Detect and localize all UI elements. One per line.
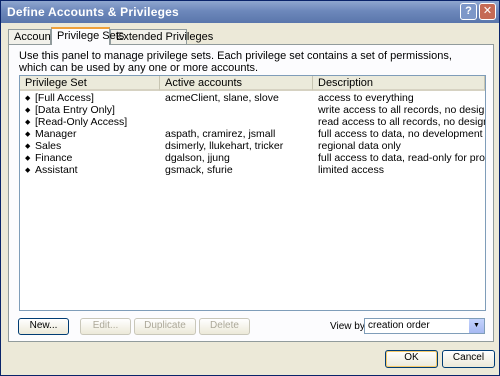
active-accounts: acmeClient, slane, slove — [165, 92, 279, 104]
description: full access to data, no development — [318, 128, 483, 140]
description: limited access — [318, 164, 384, 176]
delete-button[interactable]: Delete — [199, 318, 250, 335]
table-row[interactable]: ◆ [Data Entry Only] write access to all r… — [20, 104, 485, 116]
active-accounts: aspath, cramirez, jsmall — [165, 128, 276, 140]
diamond-icon: ◆ — [25, 119, 31, 126]
privilege-set-name: ◆ [Full Access] — [25, 92, 94, 104]
chevron-down-icon[interactable]: ▼ — [469, 319, 484, 333]
table-row[interactable]: ◆ [Read-Only Access] read access to all r… — [20, 116, 485, 128]
privilege-set-list[interactable]: Privilege Set Active accounts Descriptio… — [19, 75, 486, 311]
privilege-set-name: ◆ [Data Entry Only] — [25, 104, 115, 116]
privilege-set-name: ◆ [Read-Only Access] — [25, 116, 128, 128]
view-by-select[interactable]: creation order ▼ — [364, 318, 485, 334]
table-row[interactable]: ◆ Assistant gsmack, sfurie limited access — [20, 164, 485, 176]
table-row[interactable]: ◆ Sales dsimerly, llukehart, tricker regi… — [20, 140, 485, 152]
instructions-text: Use this panel to manage privilege sets.… — [19, 50, 452, 74]
privilege-sets-panel: Use this panel to manage privilege sets.… — [8, 44, 494, 342]
diamond-icon: ◆ — [25, 155, 31, 162]
view-by-value: creation order — [368, 320, 430, 331]
description: read access to all records, no design ac… — [318, 116, 485, 128]
table-row[interactable]: ◆ Manager aspath, cramirez, jsmall full a… — [20, 128, 485, 140]
active-accounts: dsimerly, llukehart, tricker — [165, 140, 284, 152]
column-header-description[interactable]: Description — [313, 76, 485, 91]
active-accounts: dgalson, jjung — [165, 152, 230, 164]
dialog-window: Define Accounts & Privileges ? ✕ Account… — [0, 0, 500, 376]
diamond-icon: ◆ — [25, 95, 31, 102]
diamond-icon: ◆ — [25, 167, 31, 174]
new-button[interactable]: New... — [18, 318, 69, 335]
privilege-set-name: ◆ Finance — [25, 152, 73, 164]
tab-privilege-sets[interactable]: Privilege Sets — [51, 27, 124, 45]
tab-accounts[interactable]: Accounts — [8, 29, 59, 44]
description: regional data only — [318, 140, 401, 152]
diamond-icon: ◆ — [25, 143, 31, 150]
duplicate-button[interactable]: Duplicate — [134, 318, 196, 335]
window-title: Define Accounts & Privileges — [7, 5, 179, 19]
edit-button[interactable]: Edit... — [80, 318, 131, 335]
active-accounts: gsmack, sfurie — [165, 164, 233, 176]
cancel-button[interactable]: Cancel — [442, 350, 495, 368]
table-row[interactable]: ◆ Finance dgalson, jjung full access to d… — [20, 152, 485, 164]
diamond-icon: ◆ — [25, 107, 31, 114]
column-header-active-accounts[interactable]: Active accounts — [160, 76, 313, 91]
diamond-icon: ◆ — [25, 131, 31, 138]
description: access to everything — [318, 92, 414, 104]
list-rows: ◆ [Full Access] acmeClient, slane, slove … — [20, 92, 485, 176]
ok-button[interactable]: OK — [385, 350, 438, 368]
description: write access to all records, no design a… — [318, 104, 485, 116]
privilege-set-name: ◆ Sales — [25, 140, 62, 152]
column-header-privilege-set[interactable]: Privilege Set — [20, 76, 160, 91]
view-by-label: View by: — [330, 321, 368, 332]
description: full access to data, read-only for produ… — [318, 152, 485, 164]
list-header: Privilege Set Active accounts Descriptio… — [20, 76, 485, 91]
table-row[interactable]: ◆ [Full Access] acmeClient, slane, slove … — [20, 92, 485, 104]
help-button[interactable]: ? — [460, 3, 477, 20]
title-bar[interactable]: Define Accounts & Privileges ? ✕ — [1, 1, 499, 23]
privilege-set-name: ◆ Assistant — [25, 164, 78, 176]
privilege-set-name: ◆ Manager — [25, 128, 77, 140]
close-button[interactable]: ✕ — [479, 3, 496, 20]
